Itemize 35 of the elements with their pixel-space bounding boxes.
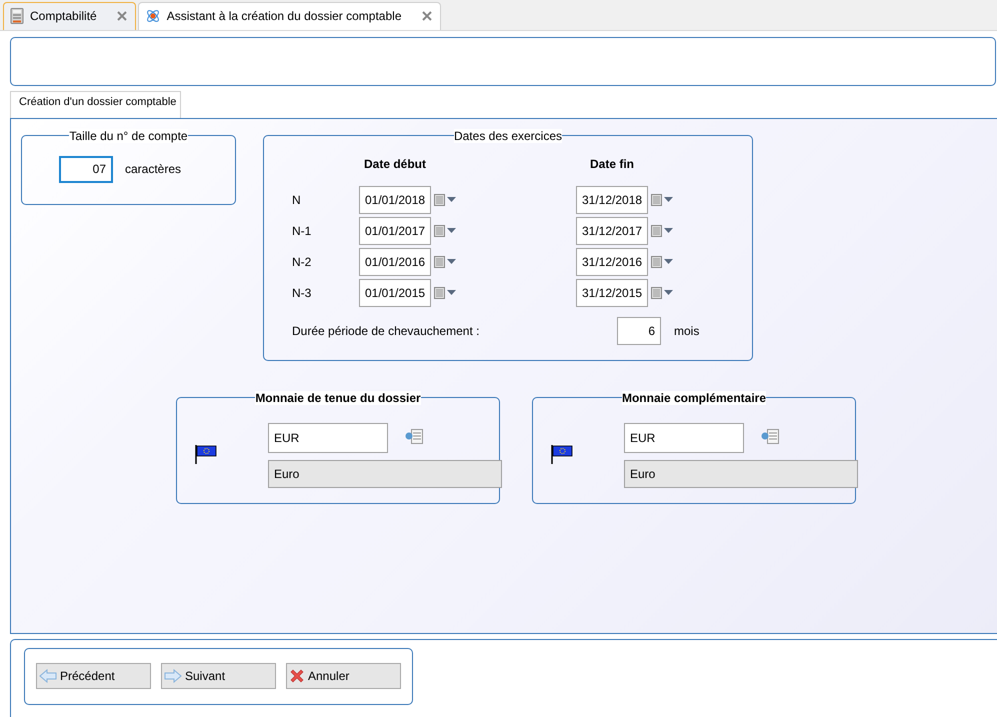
- date-field[interactable]: 31/12/2015: [576, 278, 648, 307]
- group-title: Monnaie complémentaire: [622, 390, 766, 405]
- date-field[interactable]: 01/01/2018: [359, 186, 431, 214]
- currency-name-field: Euro: [624, 460, 858, 488]
- currency-name-field: Euro: [268, 460, 502, 488]
- group-title: Monnaie de tenue du dossier: [255, 390, 421, 405]
- date-field[interactable]: 01/01/2015: [359, 278, 431, 307]
- date-field[interactable]: 01/01/2016: [359, 248, 431, 276]
- column-header: Date fin: [590, 156, 634, 171]
- row-label: N-1: [292, 224, 312, 238]
- date-field[interactable]: 31/12/2017: [576, 216, 648, 245]
- unit-label: caractères: [125, 162, 182, 176]
- wizard-button[interactable]: Précédent: [36, 663, 151, 690]
- wizard-button[interactable]: Suivant: [161, 663, 276, 690]
- currency-code-field[interactable]: EUR: [624, 422, 744, 453]
- tab-label: Assistant à la création du dossier comptable: [166, 9, 402, 24]
- row-label: N-2: [292, 254, 312, 269]
- wizard-button[interactable]: Annuler: [286, 663, 401, 690]
- document-tab[interactable]: Assistant à la création du dossier comptable: [138, 2, 440, 30]
- tab-label: Comptabilité: [30, 9, 97, 24]
- row-label: N: [292, 192, 302, 207]
- date-field[interactable]: 31/12/2018: [576, 186, 648, 214]
- row-label: N-3: [292, 286, 312, 300]
- input-field[interactable]: 6: [617, 316, 661, 345]
- group-title: Dates des exercices: [454, 128, 562, 143]
- field-label: Durée période de chevauchement :: [292, 324, 480, 338]
- date-field[interactable]: 31/12/2016: [576, 248, 648, 276]
- date-field[interactable]: 01/01/2017: [359, 216, 431, 245]
- currency-code-field[interactable]: EUR: [268, 422, 388, 453]
- input-field[interactable]: 07: [59, 156, 113, 183]
- group-title: Taille du n° de compte: [69, 128, 188, 143]
- column-header: Date début: [364, 156, 426, 171]
- document-tab[interactable]: Comptabilité: [3, 2, 136, 30]
- page-tab[interactable]: Création d'un dossier comptable: [10, 90, 182, 118]
- unit-label: mois: [674, 324, 700, 338]
